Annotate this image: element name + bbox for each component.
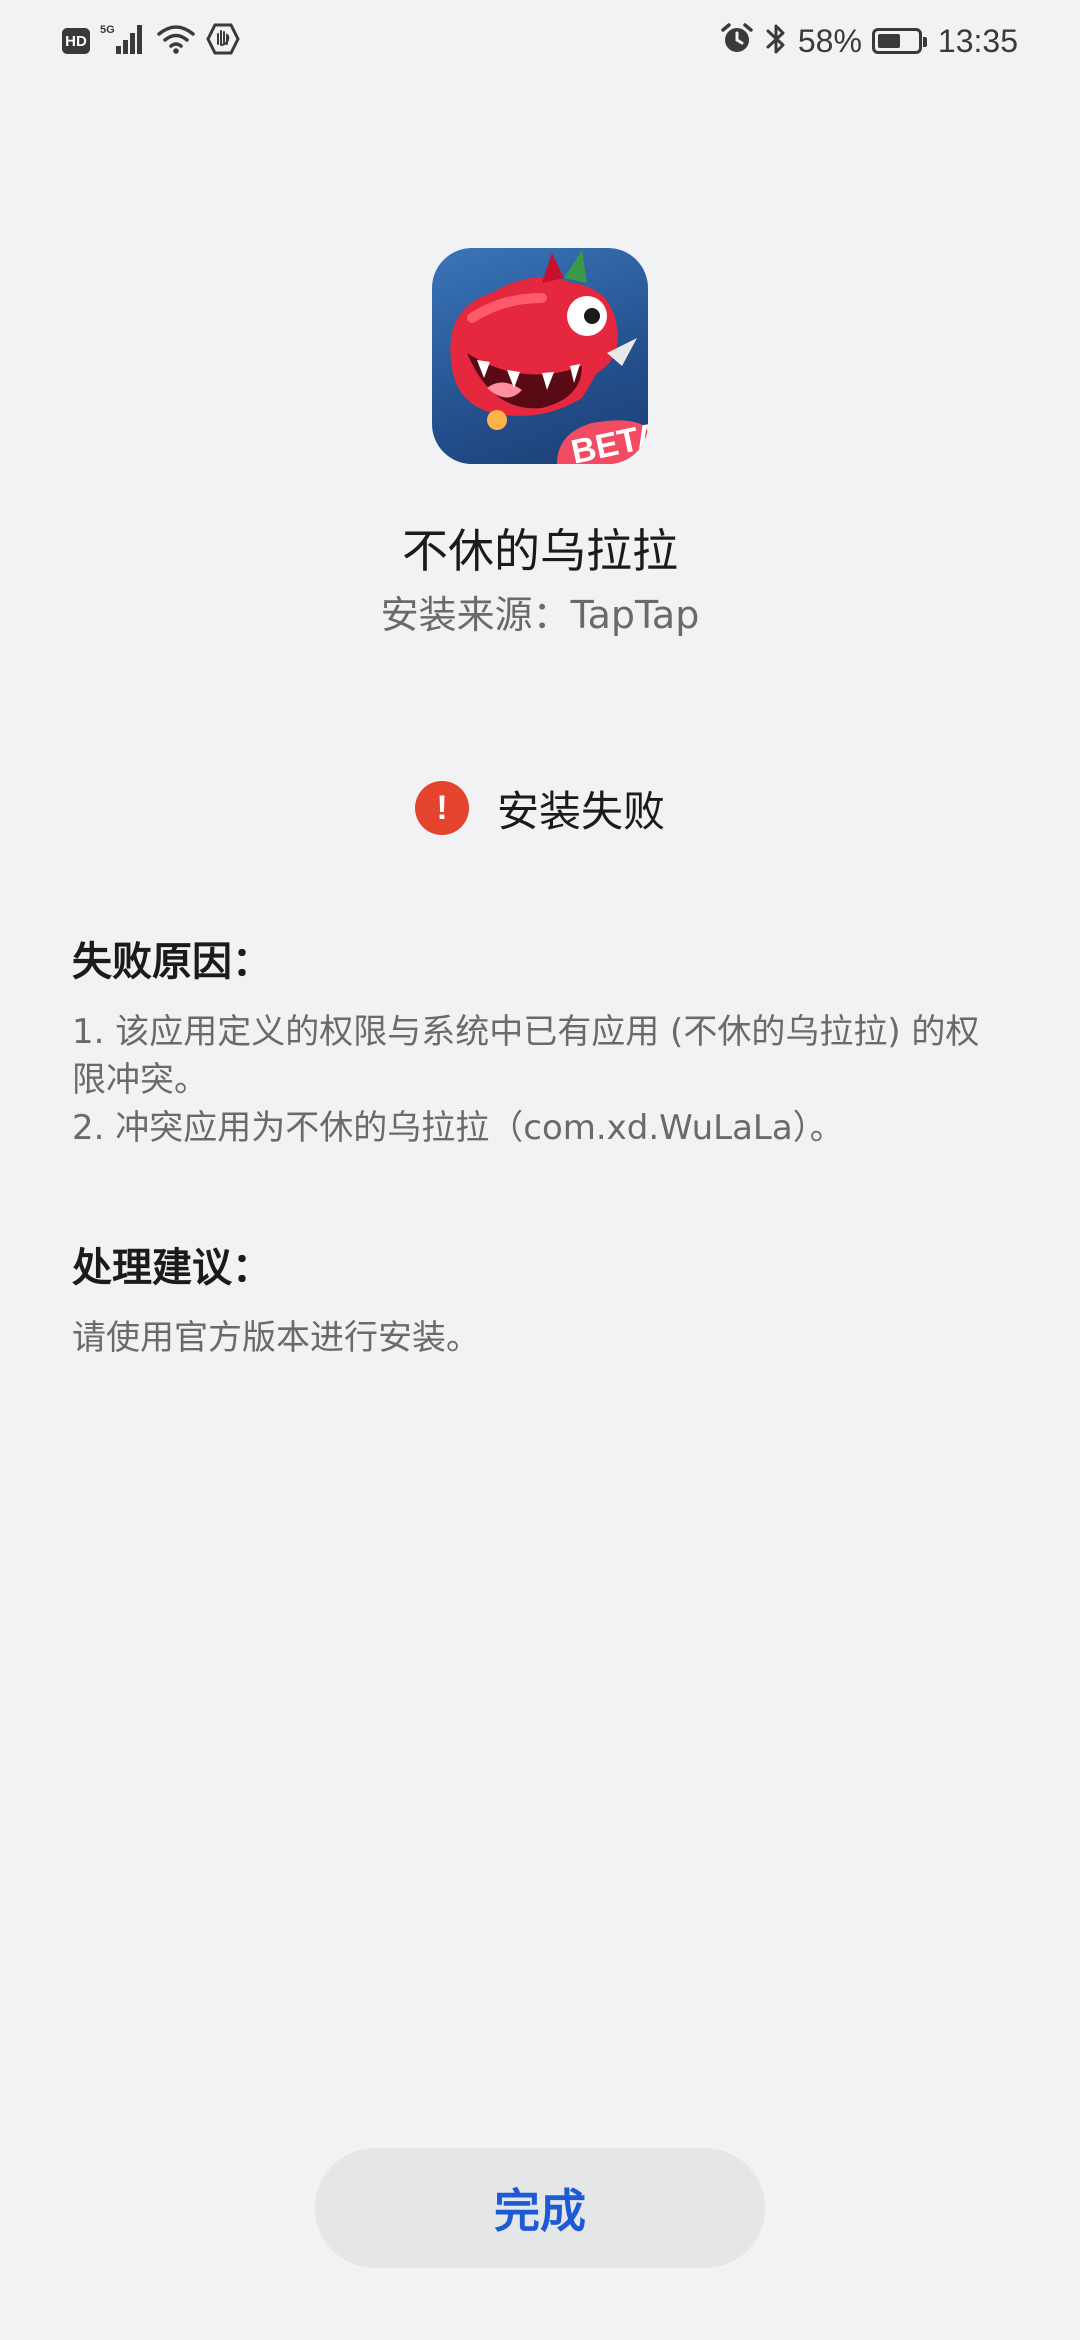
failure-reason-line-1: 1. 该应用定义的权限与系统中已有应用 (不休的乌拉拉) 的权限冲突。: [72, 1012, 980, 1100]
wifi-icon: [156, 23, 196, 59]
battery-level-fill: [877, 34, 900, 48]
hd-icon: HD: [62, 28, 90, 54]
failure-reason-section: 失败原因： 1. 该应用定义的权限与系统中已有应用 (不休的乌拉拉) 的权限冲突…: [72, 934, 1012, 1152]
battery-percent: 58%: [797, 22, 862, 59]
status-bar-left: HD 5G: [62, 20, 240, 62]
status-bar-right: 58% 13:35: [720, 20, 1018, 62]
bluetooth-icon: [764, 22, 788, 60]
install-status: ! 安装失败: [0, 778, 1080, 838]
failure-reason-line-2: 2. 冲突应用为不休的乌拉拉（com.xd.WuLaLa）。: [72, 1108, 844, 1148]
alarm-icon: [720, 22, 754, 60]
suggestion-title: 处理建议：: [72, 1245, 272, 1291]
suggestion-text: 请使用官方版本进行安装。: [72, 1318, 480, 1358]
done-button[interactable]: 完成: [315, 2148, 765, 2268]
battery-icon: [871, 28, 927, 54]
svg-text:5G: 5G: [100, 24, 115, 36]
error-exclamation-icon: !: [414, 781, 469, 835]
hotspot-icon: [206, 22, 240, 60]
suggestion-section: 处理建议： 请使用官方版本进行安装。: [72, 1240, 1012, 1362]
failure-reason-title: 失败原因：: [72, 939, 272, 985]
install-source: 安装来源：TapTap: [380, 593, 700, 637]
app-name: 不休的乌拉拉: [402, 524, 678, 578]
app-icon: BETA: [432, 248, 648, 464]
signal-icon: 5G: [100, 22, 146, 60]
status-bar: HD 5G 58% 13:35: [0, 0, 1080, 82]
clock: 13:35: [937, 22, 1018, 59]
install-status-text: 安装失败: [496, 786, 665, 836]
